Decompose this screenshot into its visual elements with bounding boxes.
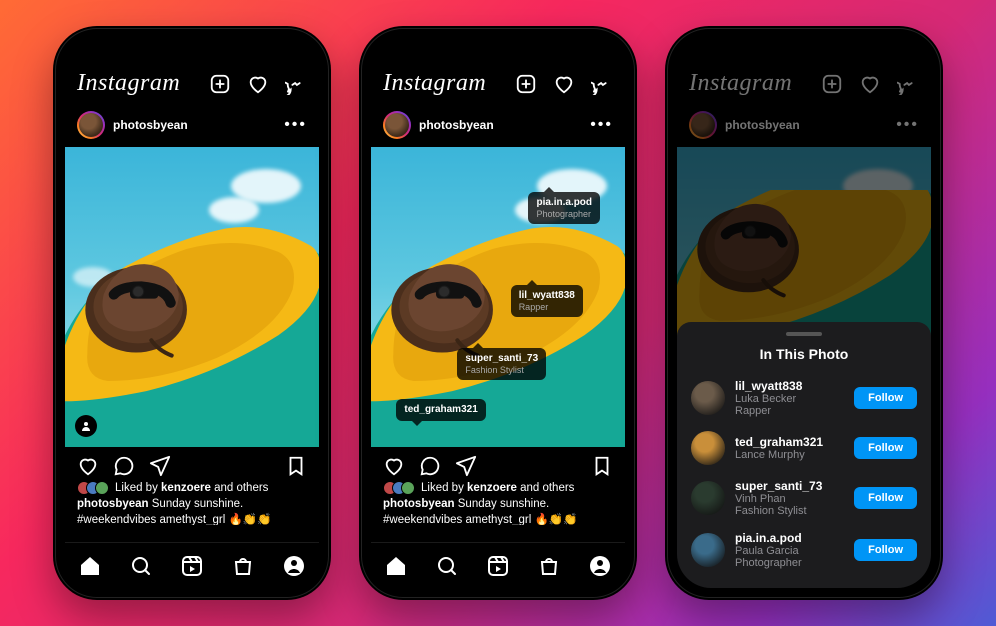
tab-profile[interactable] — [281, 553, 307, 579]
comment-icon[interactable] — [419, 455, 441, 477]
liker-name[interactable]: kenzoere — [161, 482, 211, 494]
person-avatar[interactable] — [691, 533, 725, 567]
poster-username[interactable]: photosbyean — [113, 118, 188, 132]
poster-link[interactable]: photosbyean — [77, 111, 188, 139]
tab-shop[interactable] — [230, 553, 256, 579]
tagged-people-sheet: In This Photo lil_wyatt838Luka BeckerRap… — [677, 322, 931, 588]
person-name: Luka BeckerRapper — [735, 393, 844, 417]
tagged-people-icon[interactable] — [75, 415, 97, 437]
tab-bar — [65, 542, 319, 588]
screen: Instagram photosbyean ••• pia.in.a.podPh… — [371, 38, 625, 588]
poster-link[interactable]: photosbyean — [383, 111, 494, 139]
save-icon[interactable] — [285, 455, 307, 477]
tagged-person-row[interactable]: pia.in.a.podPaula GarciaPhotographer Foll… — [677, 524, 931, 576]
liker-avatars — [77, 481, 109, 495]
phone-sheet: Instagram photosbyean ••• In This Photo … — [665, 26, 943, 600]
tab-search[interactable] — [434, 553, 460, 579]
save-icon[interactable] — [591, 455, 613, 477]
device-notch — [438, 38, 558, 64]
share-icon[interactable] — [149, 455, 171, 477]
person-name: Paula GarciaPhotographer — [735, 545, 844, 569]
tab-reels[interactable] — [485, 553, 511, 579]
likes-row[interactable]: Liked by kenzoere and others — [371, 481, 625, 497]
sheet-grabber[interactable] — [786, 332, 822, 336]
sheet-title: In This Photo — [677, 346, 931, 362]
post-image[interactable]: pia.in.a.podPhotographer lil_wyatt838Rapp… — [371, 147, 625, 447]
phone-tags: Instagram photosbyean ••• pia.in.a.podPh… — [359, 26, 637, 600]
person-avatar[interactable] — [691, 431, 725, 465]
new-post-icon[interactable] — [209, 73, 231, 95]
follow-button[interactable]: Follow — [854, 539, 917, 561]
like-icon[interactable] — [77, 455, 99, 477]
screen: Instagram photosbyean ••• In This Photo … — [677, 38, 931, 588]
app-header: Instagram — [65, 70, 319, 103]
tab-shop[interactable] — [536, 553, 562, 579]
device-notch — [744, 38, 864, 64]
tab-home[interactable] — [383, 553, 409, 579]
activity-heart-icon[interactable] — [553, 73, 575, 95]
instagram-logo[interactable]: Instagram — [383, 70, 486, 97]
device-notch — [132, 38, 252, 64]
post-more-icon[interactable]: ••• — [590, 116, 613, 134]
like-icon[interactable] — [383, 455, 405, 477]
tab-search[interactable] — [128, 553, 154, 579]
follow-button[interactable]: Follow — [854, 487, 917, 509]
messenger-icon — [897, 73, 919, 95]
person-username[interactable]: ted_graham321 — [735, 435, 844, 449]
person-username[interactable]: pia.in.a.pod — [735, 531, 844, 545]
tag-bubble[interactable]: super_santi_73Fashion Stylist — [457, 348, 546, 380]
tab-reels[interactable] — [179, 553, 205, 579]
activity-heart-icon — [859, 73, 881, 95]
follow-button[interactable]: Follow — [854, 387, 917, 409]
tagged-person-row[interactable]: ted_graham321Lance Murphy Follow — [677, 424, 931, 472]
instagram-logo[interactable]: Instagram — [77, 70, 180, 97]
share-icon[interactable] — [455, 455, 477, 477]
tagged-person-row[interactable]: super_santi_73Vinh PhanFashion Stylist Fo… — [677, 472, 931, 524]
post-more-icon[interactable]: ••• — [284, 116, 307, 134]
tag-bubble[interactable]: pia.in.a.podPhotographer — [528, 192, 600, 224]
post-actions — [65, 447, 319, 481]
likes-row[interactable]: Liked by kenzoere and others — [65, 481, 319, 497]
tab-profile[interactable] — [587, 553, 613, 579]
poster-avatar[interactable] — [77, 111, 105, 139]
tag-bubble[interactable]: lil_wyatt838Rapper — [511, 285, 583, 317]
activity-heart-icon[interactable] — [247, 73, 269, 95]
messenger-icon[interactable] — [591, 73, 613, 95]
tag-bubble[interactable]: ted_graham321 — [396, 399, 485, 421]
person-name: Lance Murphy — [735, 449, 844, 461]
post-image[interactable] — [65, 147, 319, 447]
person-avatar[interactable] — [691, 481, 725, 515]
new-post-icon — [821, 73, 843, 95]
post-caption[interactable]: photosbyean Sunday sunshine. #weekendvib… — [65, 497, 319, 525]
comment-icon[interactable] — [113, 455, 135, 477]
person-avatar[interactable] — [691, 381, 725, 415]
screen: Instagram photosbyean ••• — [65, 38, 319, 588]
post-header: photosbyean ••• — [65, 103, 319, 147]
tab-home[interactable] — [77, 553, 103, 579]
phone-feed: Instagram photosbyean ••• — [53, 26, 331, 600]
person-name: Vinh PhanFashion Stylist — [735, 493, 844, 517]
messenger-icon[interactable] — [285, 73, 307, 95]
person-username[interactable]: lil_wyatt838 — [735, 379, 844, 393]
follow-button[interactable]: Follow — [854, 437, 917, 459]
instagram-logo: Instagram — [689, 70, 792, 97]
person-username[interactable]: super_santi_73 — [735, 479, 844, 493]
tagged-person-row[interactable]: lil_wyatt838Luka BeckerRapper Follow — [677, 372, 931, 424]
new-post-icon[interactable] — [515, 73, 537, 95]
